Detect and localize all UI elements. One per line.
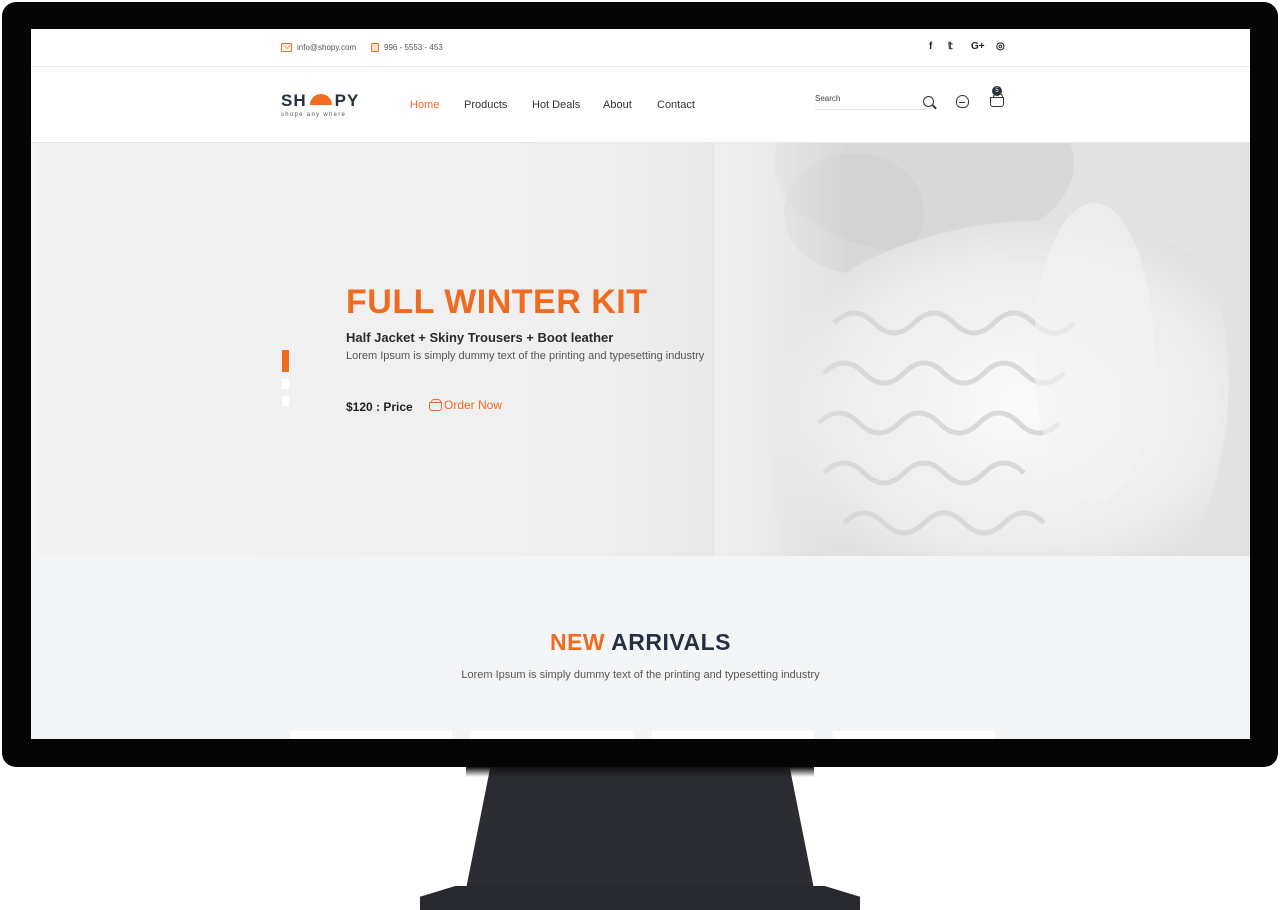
nav-products[interactable]: Products <box>464 99 507 111</box>
facebook-icon[interactable]: f <box>929 41 932 52</box>
monitor-stand-neck <box>466 767 814 889</box>
slide-indicator[interactable] <box>282 396 289 406</box>
mail-icon <box>281 43 292 52</box>
monitor-stand-base <box>420 886 860 910</box>
order-now-label: Order Now <box>444 398 503 412</box>
phone-contact[interactable]: 996 - 5553 - 453 <box>371 43 443 52</box>
product-card[interactable] <box>471 731 633 739</box>
search-input[interactable]: Search <box>815 94 925 110</box>
hero-subtitle: Half Jacket + Skiny Trousers + Boot leat… <box>346 330 614 345</box>
section-title: NEW ARRIVALS <box>31 629 1250 656</box>
basket-icon <box>429 398 442 411</box>
logo-wordmark: SH PY <box>281 91 371 111</box>
nav-about[interactable]: About <box>603 99 632 111</box>
phone-icon <box>371 43 379 52</box>
logo-mark-icon <box>309 93 332 105</box>
hero-banner: FULL WINTER KIT Half Jacket + Skiny Trou… <box>34 143 1250 556</box>
main-header: SH PY shope any where Home Products Hot … <box>31 67 1250 143</box>
product-card[interactable] <box>290 731 452 739</box>
cart-icon[interactable] <box>990 93 1004 107</box>
hero-description: Lorem Ipsum is simply dummy text of the … <box>346 350 705 362</box>
hero-photo <box>714 143 1250 556</box>
monitor-stand-shadow <box>466 767 814 777</box>
hero-title: FULL WINTER KIT <box>346 283 648 321</box>
email-text: info@shopy.com <box>297 43 357 52</box>
top-bar: info@shopy.com 996 - 5553 - 453 f 𝕥 G+ ◎ <box>31 29 1250 67</box>
product-card[interactable] <box>652 731 814 739</box>
order-now-button[interactable]: Order Now <box>429 398 502 412</box>
section-description: Lorem Ipsum is simply dummy text of the … <box>461 669 820 681</box>
logo-text-left: SH <box>281 91 307 110</box>
slide-indicator[interactable] <box>282 379 289 389</box>
email-contact[interactable]: info@shopy.com <box>281 43 356 52</box>
logo-tagline: shope any where <box>281 112 347 118</box>
hero-price: $120 : Price <box>346 400 413 414</box>
logo[interactable]: SH PY shope any where <box>281 91 371 121</box>
search-icon[interactable] <box>923 96 934 107</box>
phone-text: 996 - 5553 - 453 <box>384 43 443 52</box>
instagram-icon[interactable]: ◎ <box>996 41 1005 52</box>
screen: info@shopy.com 996 - 5553 - 453 f 𝕥 G+ ◎… <box>31 29 1250 739</box>
user-account-icon[interactable] <box>956 95 969 108</box>
nav-home[interactable]: Home <box>410 99 439 111</box>
nav-hot-deals[interactable]: Hot Deals <box>532 99 580 111</box>
product-card[interactable] <box>833 731 995 739</box>
slide-indicator-active[interactable] <box>282 350 289 372</box>
google-plus-icon[interactable]: G+ <box>971 41 985 52</box>
logo-text-right: PY <box>334 91 360 110</box>
section-title-accent: NEW <box>549 629 606 655</box>
nav-contact[interactable]: Contact <box>657 99 695 111</box>
twitter-icon[interactable]: 𝕥 <box>948 41 953 52</box>
section-title-rest: ARRIVALS <box>611 629 732 655</box>
